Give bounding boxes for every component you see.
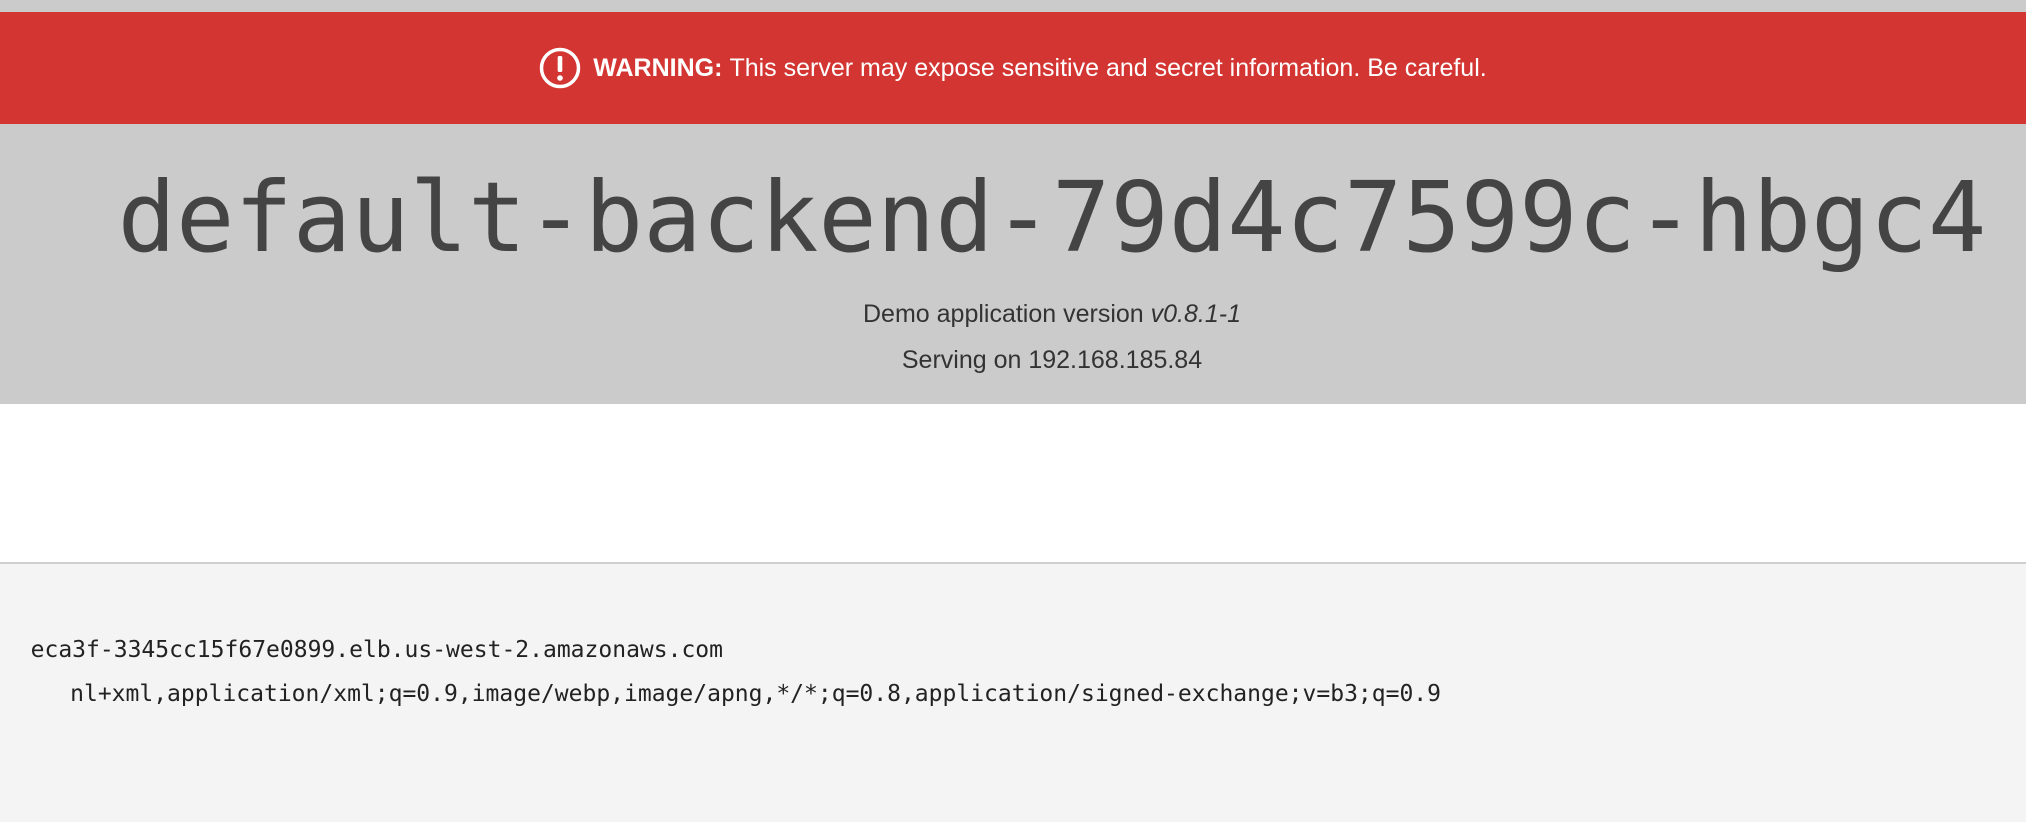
warning-label: WARNING: <box>593 53 723 82</box>
version-prefix: Demo application version <box>863 300 1144 328</box>
content-spacer <box>0 404 2026 562</box>
version-number: v0.8.1-1 <box>1150 300 1241 328</box>
request-headers-panel: eca3f-3345cc15f67e0899.elb.us-west-2.ama… <box>0 564 2026 822</box>
hostname-title: default-backend-79d4c7599c-hbgc4 <box>117 161 1987 274</box>
top-strip <box>0 0 2026 12</box>
version-line: Demo application version v0.8.1-1 <box>0 300 2026 329</box>
warning-banner: WARNING: This server may expose sensitiv… <box>0 12 2026 124</box>
accept-header-value: nl+xml,application/xml;q=0.9,image/webp,… <box>70 681 1441 707</box>
server-info-header: default-backend-79d4c7599c-hbgc4 Demo ap… <box>0 124 2026 404</box>
exclamation-circle-icon <box>539 47 581 89</box>
warning-message: This server may expose sensitive and sec… <box>729 53 1487 82</box>
serving-address: Serving on 192.168.185.84 <box>901 346 1203 374</box>
host-header-value: eca3f-3345cc15f67e0899.elb.us-west-2.ama… <box>30 637 723 663</box>
